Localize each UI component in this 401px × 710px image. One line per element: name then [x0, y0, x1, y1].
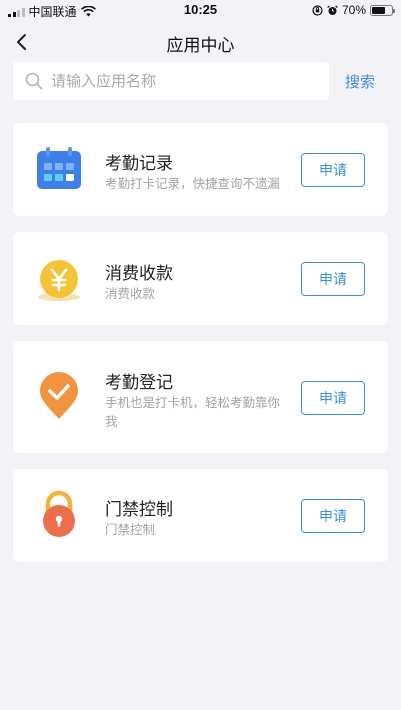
- yen-coin-icon: [38, 260, 80, 301]
- page-title: 应用中心: [166, 36, 235, 55]
- apply-button[interactable]: 申请: [301, 381, 365, 415]
- apply-button[interactable]: 申请: [301, 262, 365, 296]
- status-right: 70%: [312, 3, 395, 17]
- battery-icon: [370, 4, 395, 16]
- app-title: 考勤记录: [105, 154, 173, 173]
- apply-button[interactable]: 申请: [301, 153, 365, 187]
- app-description: 手机也是打卡机，轻松考勤靠你我: [105, 396, 281, 429]
- calendar-icon: [37, 147, 81, 189]
- app-title: 考勤登记: [105, 373, 173, 392]
- search-box[interactable]: [13, 62, 329, 100]
- app-description: 门禁控制: [105, 523, 156, 537]
- navigation-bar: 应用中心: [0, 26, 401, 58]
- app-title: 门禁控制: [105, 500, 173, 519]
- app-card-payment: 消费收款 消费收款 申请: [13, 232, 388, 325]
- alarm-icon: [327, 4, 338, 15]
- status-bar: 中国联通 10:25 70%: [0, 0, 401, 22]
- battery-percent: 70%: [341, 3, 366, 17]
- app-card-access-control: 门禁控制 门禁控制 申请: [13, 469, 388, 562]
- orientation-lock-icon: [312, 4, 323, 16]
- app-card-attendance-checkin: 考勤登记 手机也是打卡机，轻松考勤靠你我 申请: [13, 341, 388, 453]
- padlock-icon: [43, 490, 75, 537]
- search-input[interactable]: [51, 72, 301, 90]
- app-title: 消费收款: [105, 264, 173, 283]
- apply-button[interactable]: 申请: [301, 499, 365, 533]
- app-description: 消费收款: [105, 287, 156, 301]
- search-button[interactable]: 搜索: [345, 71, 375, 92]
- search-icon: [25, 72, 43, 90]
- app-description: 考勤打卡记录，快捷查询不遗漏: [105, 177, 281, 191]
- app-card-attendance-record: 考勤记录 考勤打卡记录，快捷查询不遗漏 申请: [13, 123, 388, 216]
- check-pin-icon: [40, 372, 78, 419]
